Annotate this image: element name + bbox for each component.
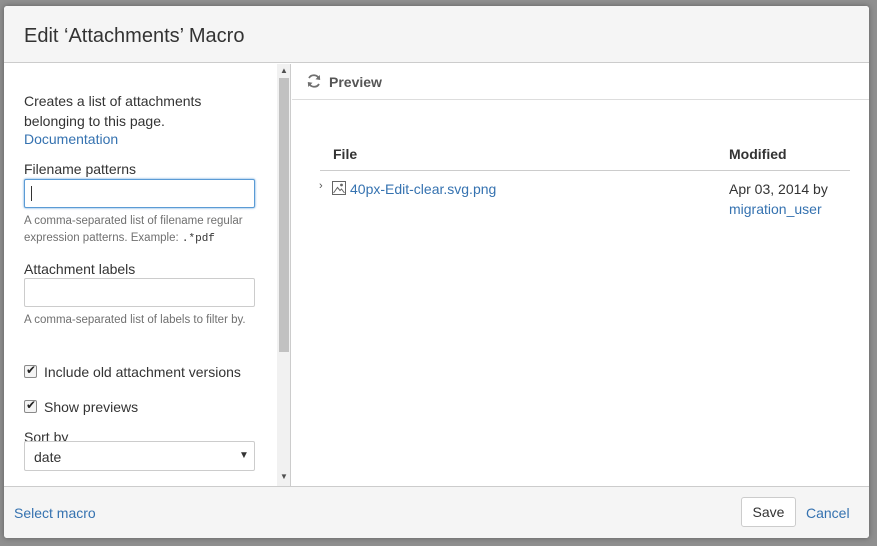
attachment-file-link[interactable]: 40px-Edit-clear.svg.png (350, 181, 496, 197)
table-header-divider (320, 170, 850, 171)
show-previews-checkbox[interactable]: ✔ (24, 398, 37, 413)
include-old-versions-label: Include old attachment versions (44, 364, 241, 380)
documentation-link[interactable]: Documentation (24, 131, 118, 147)
refresh-icon[interactable] (306, 73, 322, 89)
scrollbar-thumb[interactable] (279, 78, 289, 352)
macro-parameters-panel[interactable]: Creates a list of attachments belonging … (4, 64, 291, 486)
show-previews-label: Show previews (44, 399, 139, 415)
cancel-link[interactable]: Cancel (806, 505, 850, 521)
filename-patterns-label: Filename patterns (24, 161, 137, 177)
save-button[interactable]: Save (741, 497, 796, 527)
macro-description: Creates a list of attachments belonging … (24, 93, 202, 129)
include-old-versions-checkbox[interactable]: ✔ (24, 363, 37, 378)
filename-example-code: .*pdf (181, 233, 215, 245)
attachment-labels-help: A comma-separated list of labels to filt… (24, 314, 246, 326)
select-macro-link[interactable]: Select macro (14, 505, 96, 521)
chevron-down-icon: ▼ (239, 450, 249, 461)
modified-user-link[interactable]: migration_user (729, 201, 822, 217)
sort-by-value: date (34, 449, 62, 465)
column-header-file: File (333, 146, 358, 162)
filename-patterns-help: A comma-separated list of filename regul… (24, 215, 243, 245)
dialog-footer: Select macro Save Cancel (4, 486, 869, 538)
sort-by-select[interactable]: date ▼ (24, 441, 255, 471)
modified-date: Apr 03, 2014 by (729, 181, 828, 197)
macro-dialog: Edit ‘Attachments’ Macro Creates a list … (4, 6, 869, 538)
attachment-labels-label: Attachment labels (24, 261, 136, 277)
checkmark-icon: ✔ (26, 398, 37, 412)
filename-patterns-input[interactable] (24, 179, 255, 208)
column-header-modified: Modified (729, 146, 787, 162)
dialog-header: Edit ‘Attachments’ Macro (4, 6, 869, 63)
preview-title: Preview (329, 74, 382, 90)
preview-toolbar: Preview (292, 64, 869, 100)
scroll-up-arrow-icon[interactable]: ▲ (280, 66, 288, 75)
dialog-title: Edit ‘Attachments’ Macro (24, 25, 245, 47)
checkmark-icon: ✔ (26, 363, 37, 377)
preview-panel: Preview File Modified › 40px-Edit-clear.… (292, 64, 869, 486)
text-caret (31, 186, 32, 201)
scroll-down-arrow-icon[interactable]: ▼ (280, 472, 288, 481)
left-panel-scrollbar[interactable]: ▲ ▼ (277, 64, 290, 486)
chevron-right-icon[interactable]: › (319, 180, 323, 192)
image-file-icon (332, 181, 346, 195)
attachment-labels-input[interactable] (24, 278, 255, 307)
